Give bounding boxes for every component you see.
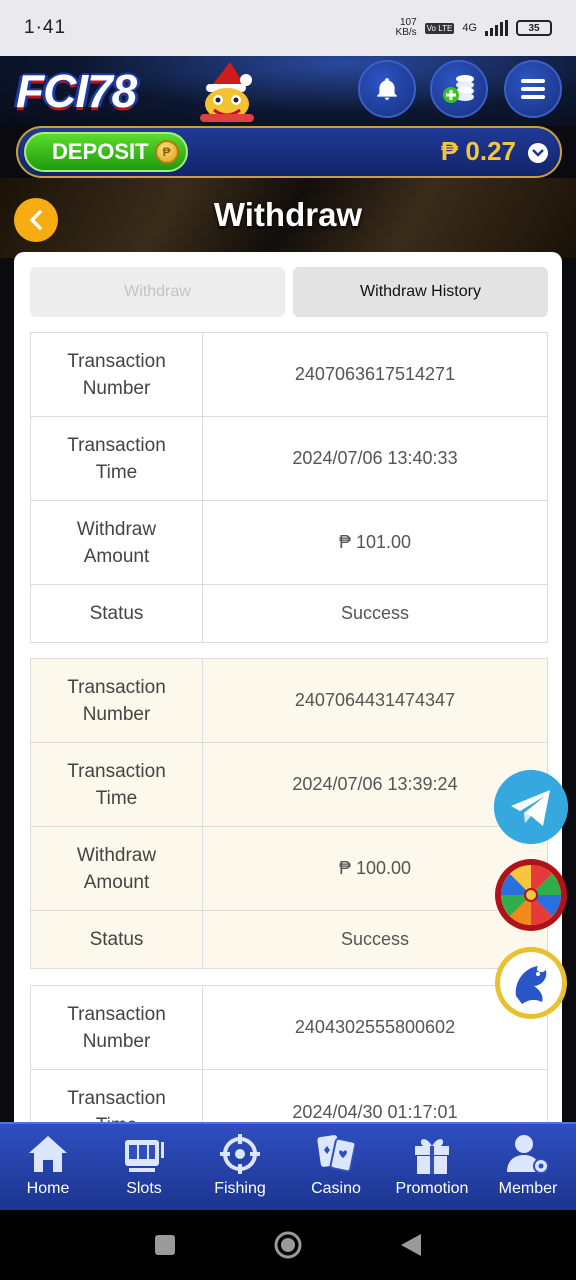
table-row: Transaction Time 2024/07/06 13:39:24 bbox=[31, 743, 547, 827]
tab-withdraw[interactable]: Withdraw bbox=[30, 267, 285, 317]
row-label: Status bbox=[31, 585, 203, 642]
status-indicators: 107 KB/s Vo LTE 4G 35 bbox=[396, 18, 552, 38]
row-label: Transaction Number bbox=[31, 333, 203, 416]
brand-logo[interactable]: FCI78 bbox=[16, 64, 137, 118]
withdraw-panel: Withdraw Withdraw History Transaction Nu… bbox=[14, 252, 562, 1152]
withdraw-amount: ₱ 101.00 bbox=[338, 532, 412, 552]
nav-label: Casino bbox=[311, 1180, 361, 1197]
table-row: Transaction Time 2024/07/06 13:40:33 bbox=[31, 417, 547, 501]
nav-home[interactable]: Home bbox=[0, 1124, 96, 1210]
nav-promotion[interactable]: Promotion bbox=[384, 1124, 480, 1210]
balance-bar: DEPOSIT ₱ ₱ 0.27 bbox=[16, 126, 562, 178]
transaction-number: 2407064431474347 bbox=[294, 690, 456, 710]
withdraw-record: Transaction Number 2407064431474347 Tran… bbox=[30, 658, 548, 969]
row-label: Transaction Time bbox=[31, 743, 203, 826]
nav-label: Member bbox=[498, 1180, 558, 1197]
chevron-down-icon bbox=[532, 149, 544, 157]
balance-toggle[interactable] bbox=[528, 143, 548, 163]
menu-button[interactable] bbox=[504, 60, 562, 118]
row-label: Transaction Number bbox=[31, 659, 203, 742]
network-type: 4G bbox=[462, 22, 477, 34]
battery-icon: 35 bbox=[516, 20, 552, 36]
lucky-wheel-button[interactable] bbox=[494, 858, 568, 932]
gift-icon bbox=[415, 1139, 449, 1174]
deposit-label: DEPOSIT bbox=[52, 139, 149, 164]
page-title: Withdraw bbox=[213, 196, 363, 233]
table-row: Status Success bbox=[31, 585, 547, 642]
nav-casino[interactable]: Casino bbox=[288, 1124, 384, 1210]
menu-icon bbox=[521, 79, 545, 99]
member-icon bbox=[507, 1135, 549, 1174]
nav-fishing[interactable]: Fishing bbox=[192, 1124, 288, 1210]
transaction-number: 2407063617514271 bbox=[294, 364, 456, 384]
status-value: Success bbox=[340, 603, 410, 623]
deposit-button[interactable]: DEPOSIT ₱ bbox=[24, 132, 188, 172]
transaction-time: 2024/07/06 13:40:33 bbox=[292, 448, 458, 468]
notification-button[interactable] bbox=[358, 60, 416, 118]
cards-icon bbox=[317, 1135, 357, 1173]
row-label: Transaction Time bbox=[31, 417, 203, 500]
app-header: FCI78 bbox=[0, 56, 576, 126]
table-row: Withdraw Amount ₱ 101.00 bbox=[31, 501, 547, 585]
signal-icon bbox=[485, 20, 508, 36]
nav-member[interactable]: Member bbox=[480, 1124, 576, 1210]
volte-badge: Vo LTE bbox=[424, 22, 455, 34]
mascot-santa-icon bbox=[200, 62, 254, 122]
tab-bar: Withdraw Withdraw History bbox=[30, 267, 548, 317]
dragon-promo-button[interactable] bbox=[494, 946, 568, 1020]
table-row: Withdraw Amount ₱ 100.00 bbox=[31, 827, 547, 911]
row-label: Withdraw Amount bbox=[31, 827, 203, 910]
bottom-nav: Home Slots Fishing Casino Promotion Memb… bbox=[0, 1122, 576, 1210]
row-label: Transaction Number bbox=[31, 986, 203, 1069]
spin-wheel-icon bbox=[495, 859, 567, 931]
nav-label: Slots bbox=[126, 1180, 162, 1197]
net-speed: 107 KB/s bbox=[395, 17, 417, 38]
title-zone: Withdraw bbox=[0, 178, 576, 258]
dragon-icon bbox=[495, 947, 567, 1019]
status-bar: 1·41 107 KB/s Vo LTE 4G 35 bbox=[0, 0, 576, 56]
nav-slots[interactable]: Slots bbox=[96, 1124, 192, 1210]
telegram-icon bbox=[494, 770, 568, 844]
coin-stack-icon bbox=[443, 75, 474, 103]
crosshair-icon bbox=[220, 1134, 260, 1174]
telegram-button[interactable] bbox=[494, 770, 568, 844]
row-label: Withdraw Amount bbox=[31, 501, 203, 584]
withdraw-record: Transaction Number 2407063617514271 Tran… bbox=[30, 332, 548, 643]
wallet-button[interactable] bbox=[430, 60, 488, 118]
nav-label: Fishing bbox=[214, 1180, 266, 1197]
table-row: Transaction Number 2404302555800602 bbox=[31, 986, 547, 1070]
nav-label: Promotion bbox=[395, 1180, 469, 1197]
back-triangle-icon[interactable] bbox=[399, 1232, 423, 1258]
recents-icon[interactable] bbox=[153, 1233, 177, 1257]
table-row: Status Success bbox=[31, 911, 547, 968]
nav-label: Home bbox=[26, 1180, 70, 1197]
home-circle-icon[interactable] bbox=[273, 1230, 303, 1260]
tab-withdraw-history[interactable]: Withdraw History bbox=[293, 267, 548, 317]
row-label: Status bbox=[31, 911, 203, 968]
table-row: Transaction Number 2407063617514271 bbox=[31, 333, 547, 417]
system-nav-bar bbox=[0, 1210, 576, 1280]
home-icon bbox=[29, 1136, 67, 1172]
table-row: Transaction Number 2407064431474347 bbox=[31, 659, 547, 743]
bell-icon bbox=[377, 78, 397, 100]
coin-icon: ₱ bbox=[154, 140, 179, 164]
slots-icon bbox=[125, 1140, 164, 1172]
balance-amount: ₱ 0.27 bbox=[440, 136, 516, 166]
status-time: 1·41 bbox=[24, 17, 67, 38]
